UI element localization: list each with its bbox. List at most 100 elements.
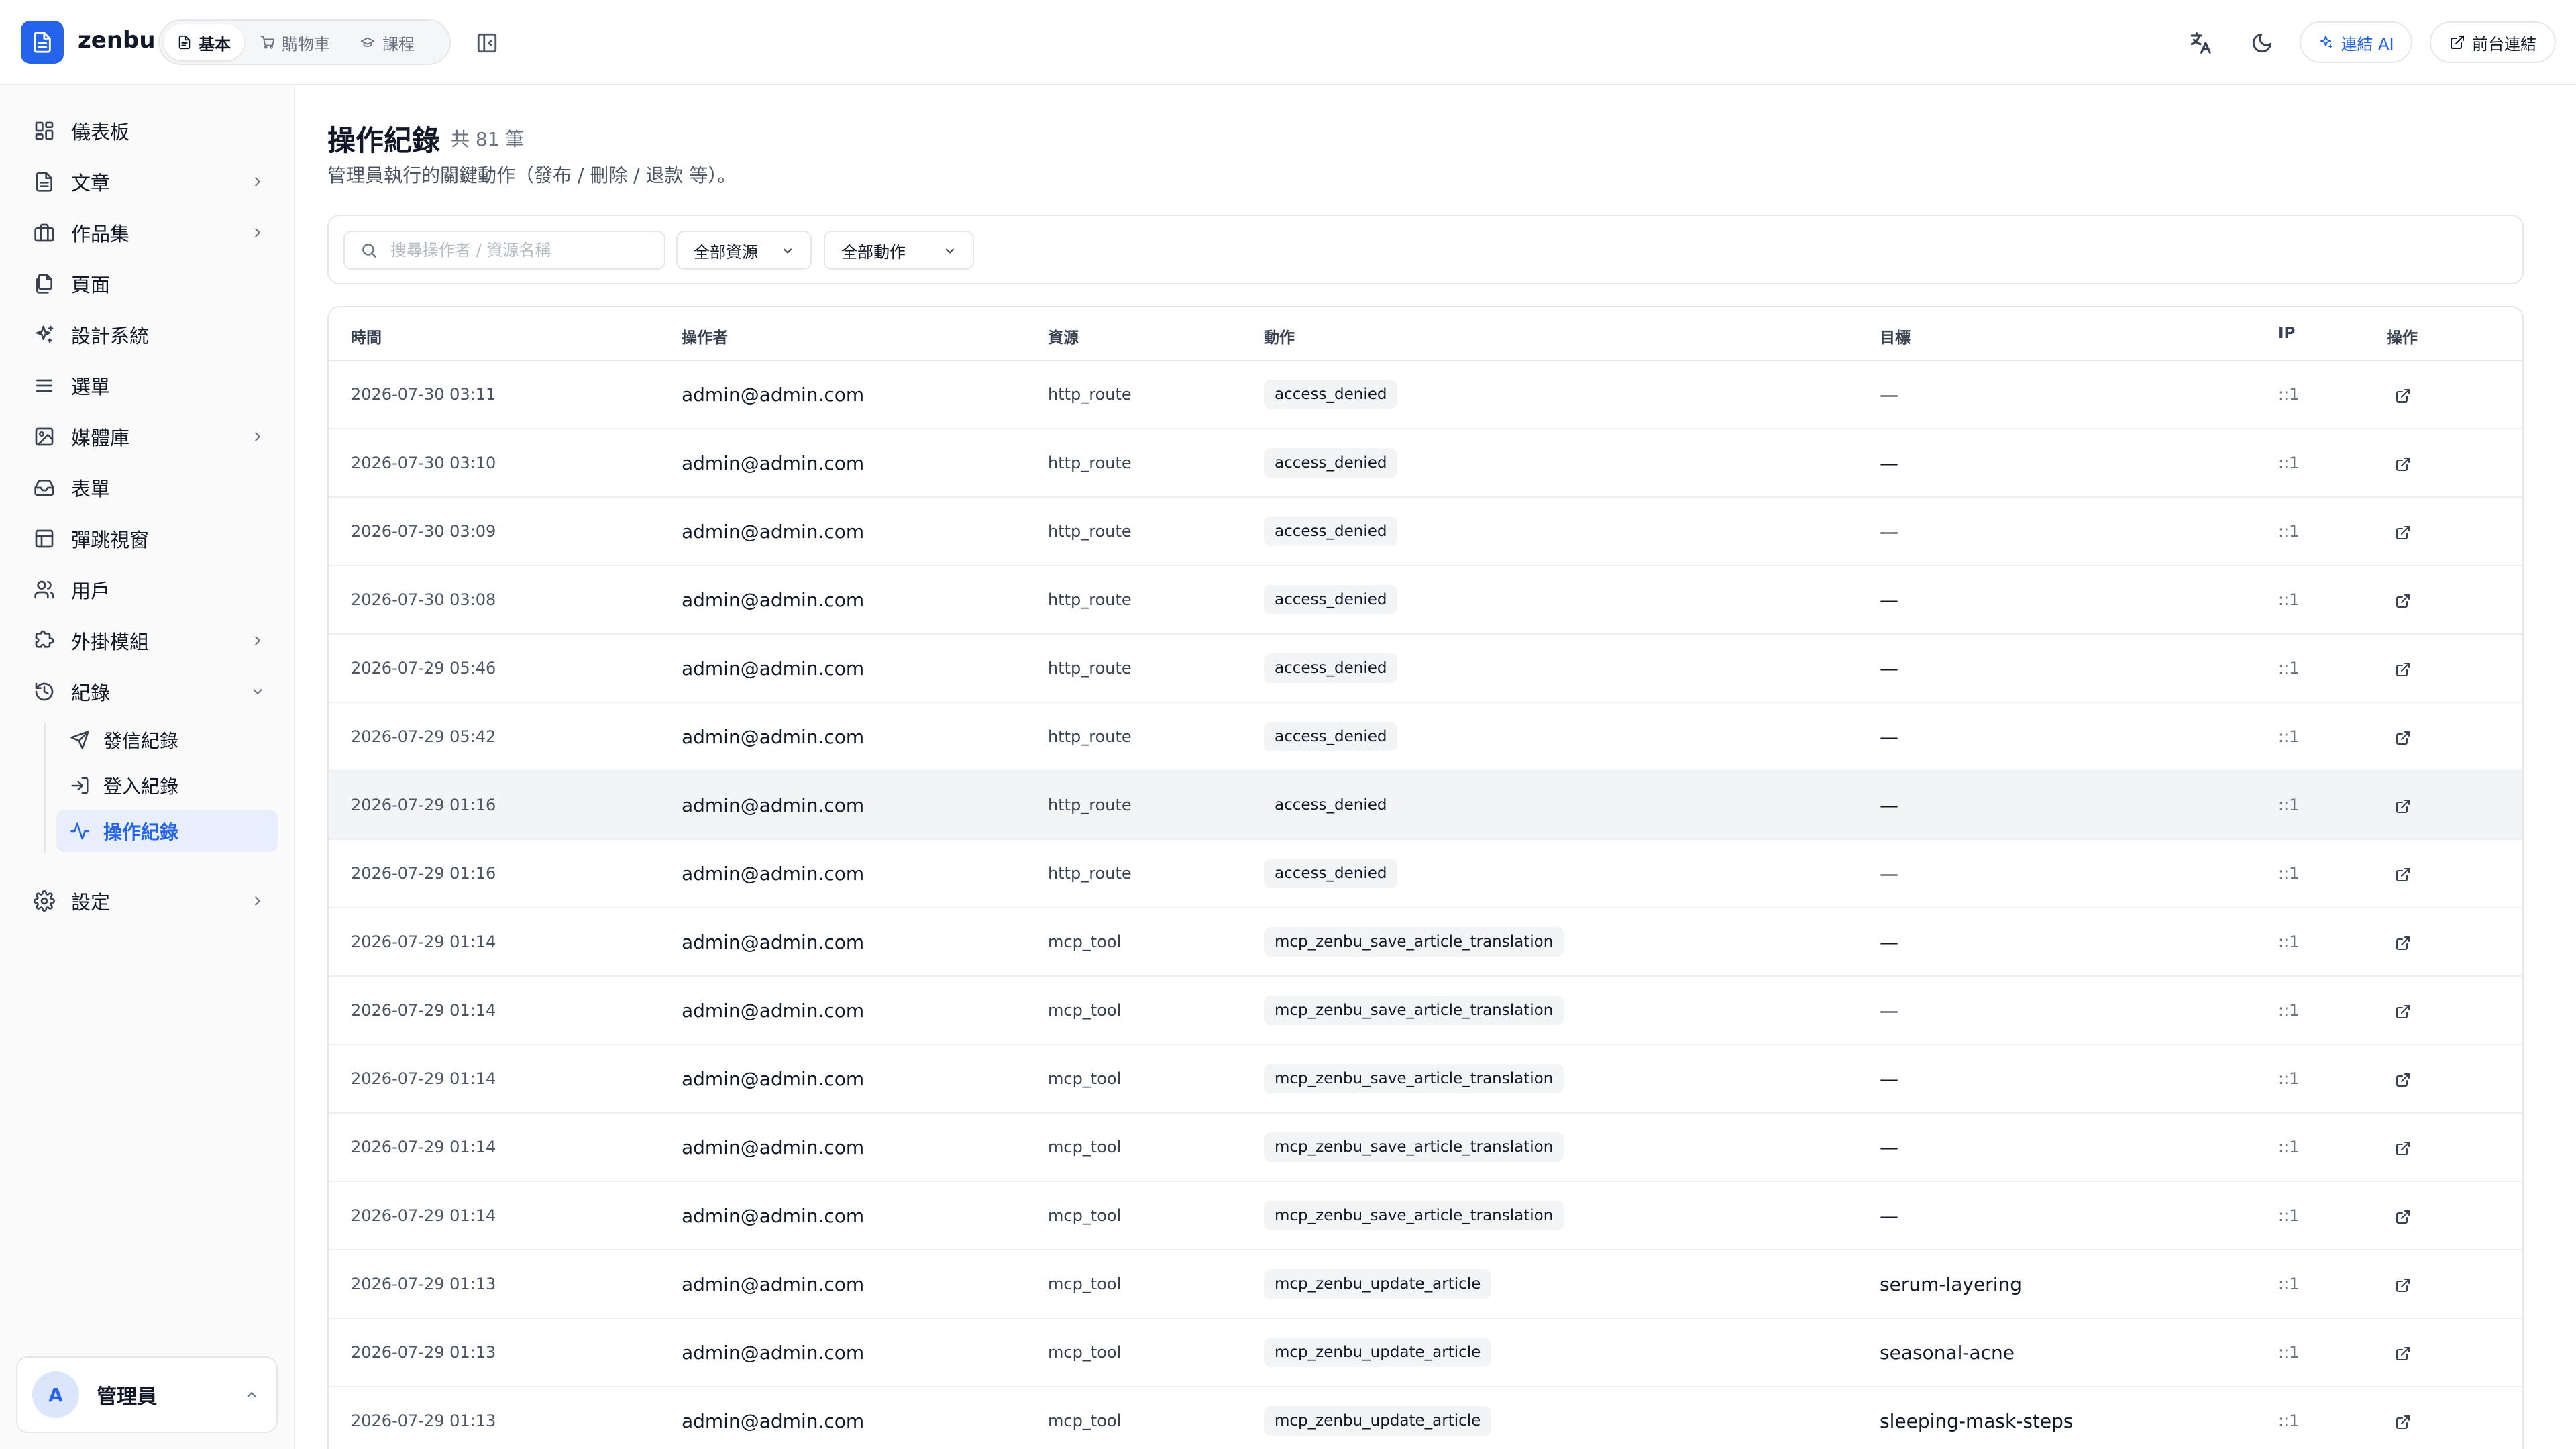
sidebar-item-media[interactable]: 媒體庫 (24, 415, 279, 458)
cell-action-badge: mcp_zenbu_update_article (1264, 1406, 1492, 1436)
table-row[interactable]: 2026-07-29 01:14 admin@admin.com mcp_tool m… (329, 1114, 2522, 1182)
external-link-icon[interactable] (2392, 1411, 2414, 1433)
sidebar-item-articles[interactable]: 文章 (24, 160, 279, 203)
chevron-right-icon (248, 892, 267, 910)
chevron-right-icon (248, 223, 267, 242)
table-row[interactable]: 2026-07-30 03:08 admin@admin.com http_rout… (329, 566, 2522, 635)
cell-resource: http_route (1048, 727, 1132, 746)
sidebar-item-portfolio[interactable]: 作品集 (24, 211, 279, 254)
cell-action-badge: access_denied (1264, 859, 1398, 888)
cell-actor: admin@admin.com (682, 726, 865, 748)
cell-target: — (1880, 1205, 1898, 1227)
cell-target: — (1880, 726, 1898, 748)
external-link-icon[interactable] (2392, 659, 2414, 680)
cell-time: 2026-07-29 01:14 (351, 1206, 496, 1225)
table-row[interactable]: 2026-07-30 03:11 admin@admin.com http_rout… (329, 361, 2522, 429)
submenu-guide-line (44, 722, 46, 853)
frontend-link-button[interactable]: 前台連結 (2430, 21, 2556, 63)
pages-icon (32, 272, 56, 296)
cell-actor: admin@admin.com (682, 1410, 865, 1432)
filter-bar: 全部資源 全部動作 (327, 215, 2524, 284)
sidebar-subitem-activity-logs[interactable]: 操作紀錄 (56, 810, 278, 852)
chevron-up-icon (244, 1387, 259, 1402)
puzzle-icon (32, 629, 56, 653)
activity-log-table: 時間 操作者 資源 動作 目標 IP 操作 2026-07-30 03:11 ad… (327, 306, 2524, 1449)
cell-action-badge: mcp_zenbu_save_article_translation (1264, 1064, 1564, 1093)
sidebar-item-settings[interactable]: 設定 (24, 879, 279, 922)
action-filter-select[interactable]: 全部動作 (824, 231, 974, 270)
page-title: 操作紀錄 (327, 124, 441, 157)
cell-target: serum-layering (1880, 1273, 2022, 1295)
sidebar-subitem-login-logs[interactable]: 登入紀錄 (56, 765, 278, 806)
sidebar-subitem-email-logs[interactable]: 發信紀錄 (56, 719, 278, 761)
cell-time: 2026-07-30 03:11 (351, 385, 496, 404)
dark-mode-icon[interactable] (2246, 27, 2278, 59)
cell-resource: http_route (1048, 522, 1132, 541)
cell-time: 2026-07-29 01:13 (351, 1275, 496, 1293)
chevron-down-icon (248, 682, 267, 701)
mode-tab-cart[interactable]: 購物車 (247, 24, 343, 60)
mode-switcher: 基本 購物車 課程 (158, 19, 451, 65)
sidebar-item-users[interactable]: 用戶 (24, 568, 279, 611)
user-menu[interactable]: A 管理員 (16, 1356, 278, 1433)
sidebar-item-menus[interactable]: 選單 (24, 364, 279, 407)
table-row[interactable]: 2026-07-29 05:42 admin@admin.com http_rout… (329, 703, 2522, 771)
search-field[interactable] (343, 231, 665, 270)
external-link-icon[interactable] (2392, 932, 2414, 954)
external-link-icon[interactable] (2392, 727, 2414, 749)
cell-target: — (1880, 521, 1898, 543)
external-link-icon[interactable] (2392, 590, 2414, 612)
table-row[interactable]: 2026-07-30 03:09 admin@admin.com http_rout… (329, 498, 2522, 566)
cell-action-badge: access_denied (1264, 653, 1398, 683)
external-link-icon[interactable] (2392, 1001, 2414, 1022)
table-row[interactable]: 2026-07-29 01:14 admin@admin.com mcp_tool m… (329, 908, 2522, 977)
cell-actor: admin@admin.com (682, 589, 865, 611)
logo-icon[interactable] (21, 21, 64, 64)
table-row[interactable]: 2026-07-29 01:13 admin@admin.com mcp_tool m… (329, 1319, 2522, 1387)
external-link-icon[interactable] (2392, 453, 2414, 475)
chevron-down-icon (780, 243, 796, 259)
external-link-icon[interactable] (2392, 796, 2414, 817)
cell-action-badge: access_denied (1264, 790, 1398, 820)
external-link-icon[interactable] (2392, 864, 2414, 885)
sidebar-item-design-system[interactable]: 設計系統 (24, 313, 279, 356)
table-row[interactable]: 2026-07-29 01:14 admin@admin.com mcp_tool m… (329, 977, 2522, 1045)
cell-resource: http_route (1048, 659, 1132, 678)
cell-ip: ::1 (2278, 453, 2300, 472)
cell-resource: mcp_tool (1048, 1343, 1122, 1362)
connect-ai-button[interactable]: 連結 AI (2300, 21, 2412, 63)
external-link-icon[interactable] (2392, 1206, 2414, 1228)
sidebar-item-label: 選單 (71, 376, 111, 398)
external-link-icon[interactable] (2392, 522, 2414, 543)
external-link-icon[interactable] (2392, 1138, 2414, 1159)
cell-resource: mcp_tool (1048, 1001, 1122, 1020)
sidebar-item-label: 設計系統 (71, 325, 150, 347)
sidebar-toggle-icon[interactable] (472, 28, 502, 58)
column-header-target: 目標 (1880, 329, 1911, 347)
table-row[interactable]: 2026-07-29 01:13 admin@admin.com mcp_tool m… (329, 1387, 2522, 1449)
table-row[interactable]: 2026-07-29 01:16 admin@admin.com http_rout… (329, 840, 2522, 908)
resource-filter-select[interactable]: 全部資源 (676, 231, 812, 270)
sidebar-item-dashboard[interactable]: 儀表板 (24, 109, 279, 152)
sidebar-item-plugins[interactable]: 外掛模組 (24, 619, 279, 662)
external-link-icon[interactable] (2392, 1275, 2414, 1296)
sidebar-item-pages[interactable]: 頁面 (24, 262, 279, 305)
sidebar-item-forms[interactable]: 表單 (24, 466, 279, 509)
table-row[interactable]: 2026-07-29 01:14 admin@admin.com mcp_tool m… (329, 1182, 2522, 1250)
cell-ip: ::1 (2278, 522, 2300, 541)
table-row[interactable]: 2026-07-29 01:16 admin@admin.com http_rout… (329, 771, 2522, 840)
translate-icon[interactable] (2184, 27, 2216, 59)
table-row[interactable]: 2026-07-29 05:46 admin@admin.com http_rout… (329, 635, 2522, 703)
sidebar-item-logs[interactable]: 紀錄 (24, 670, 279, 713)
sidebar-item-popups[interactable]: 彈跳視窗 (24, 517, 279, 560)
search-input[interactable] (390, 241, 659, 260)
mode-tab-basic[interactable]: 基本 (164, 24, 244, 60)
table-row[interactable]: 2026-07-30 03:10 admin@admin.com http_rout… (329, 429, 2522, 498)
mode-tab-course[interactable]: 課程 (346, 24, 428, 60)
external-link-icon[interactable] (2392, 1343, 2414, 1364)
table-row[interactable]: 2026-07-29 01:13 admin@admin.com mcp_tool m… (329, 1250, 2522, 1319)
table-header: 時間 操作者 資源 動作 目標 IP 操作 (329, 307, 2522, 361)
table-row[interactable]: 2026-07-29 01:14 admin@admin.com mcp_tool m… (329, 1045, 2522, 1114)
external-link-icon[interactable] (2392, 385, 2414, 407)
external-link-icon[interactable] (2392, 1069, 2414, 1091)
